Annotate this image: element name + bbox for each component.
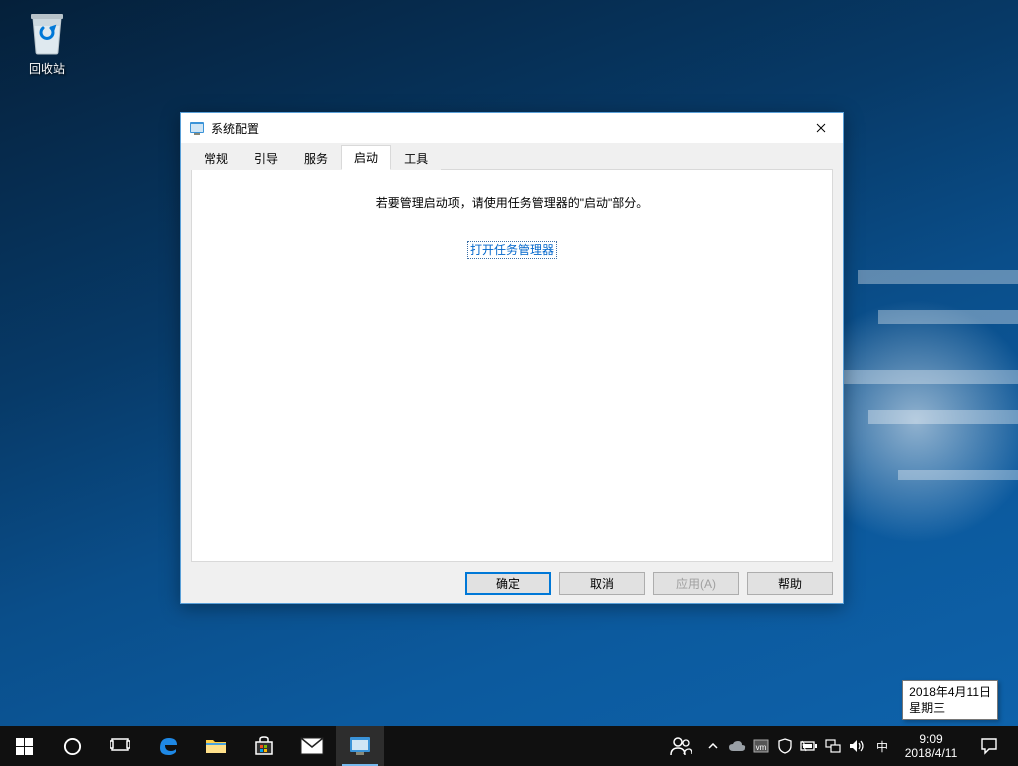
dialog-buttons: 确定 取消 应用(A) 帮助 (191, 562, 833, 595)
task-view-button[interactable] (96, 726, 144, 766)
system-tray: vm (661, 726, 1018, 766)
edge-icon (156, 734, 180, 758)
tab-boot[interactable]: 引导 (241, 146, 291, 170)
cortana-icon (63, 737, 82, 756)
taskbar-clock[interactable]: 9:09 2018/4/11 (895, 732, 967, 761)
security-tray-icon[interactable] (773, 726, 797, 766)
tooltip-date: 2018年4月11日 (909, 684, 991, 700)
battery-icon (800, 740, 818, 752)
store-button[interactable] (240, 726, 288, 766)
startup-tabpanel: 若要管理启动项，请使用任务管理器的"启动"部分。 打开任务管理器 (191, 169, 833, 562)
tabstrip: 常规 引导 服务 启动 工具 (191, 147, 833, 169)
cancel-button[interactable]: 取消 (559, 572, 645, 595)
recycle-bin-glyph (25, 6, 69, 56)
mail-icon (300, 737, 324, 755)
onedrive-tray-icon[interactable] (725, 726, 749, 766)
tab-services[interactable]: 服务 (291, 146, 341, 170)
tab-general[interactable]: 常规 (191, 146, 241, 170)
close-button[interactable] (798, 114, 843, 142)
network-tray-icon[interactable] (821, 726, 845, 766)
vmware-tools-tray-icon[interactable]: vm (749, 726, 773, 766)
titlebar[interactable]: 系统配置 (181, 113, 843, 143)
tab-startup[interactable]: 启动 (341, 145, 391, 170)
people-icon (670, 736, 692, 756)
help-button[interactable]: 帮助 (747, 572, 833, 595)
startup-message: 若要管理启动项，请使用任务管理器的"启动"部分。 (192, 194, 832, 211)
windows-logo-icon (16, 738, 33, 755)
tooltip-weekday: 星期三 (909, 700, 991, 716)
store-icon (253, 735, 275, 757)
task-view-icon (110, 738, 130, 754)
clock-tooltip: 2018年4月11日 星期三 (902, 680, 998, 720)
open-task-manager-link[interactable]: 打开任务管理器 (468, 242, 556, 258)
vm-icon: vm (753, 739, 769, 753)
people-button[interactable] (661, 726, 701, 766)
volume-tray-icon[interactable] (845, 726, 869, 766)
dialog-title: 系统配置 (211, 120, 259, 137)
shield-icon (778, 738, 792, 754)
network-icon (825, 738, 841, 754)
action-center-button[interactable] (967, 737, 1011, 755)
ime-indicator[interactable]: 中 (869, 726, 895, 766)
msconfig-taskbar-icon (348, 735, 372, 757)
desktop[interactable]: 回收站 系统配置 常规 引导 服务 (0, 0, 1018, 766)
file-explorer-button[interactable] (192, 726, 240, 766)
taskbar: vm (0, 726, 1018, 766)
start-button[interactable] (0, 726, 48, 766)
notification-icon (980, 737, 998, 755)
recycle-bin-icon[interactable]: 回收站 (10, 6, 84, 77)
folder-icon (205, 737, 227, 755)
chevron-up-icon (708, 743, 718, 749)
power-tray-icon[interactable] (797, 726, 821, 766)
close-icon (816, 123, 826, 133)
recycle-bin-label: 回收站 (10, 60, 84, 77)
clock-time: 9:09 (895, 732, 967, 746)
msconfig-icon (189, 120, 205, 136)
msconfig-taskbar-button[interactable] (336, 726, 384, 766)
edge-button[interactable] (144, 726, 192, 766)
speaker-icon (849, 739, 865, 753)
cloud-icon (728, 740, 746, 752)
clock-date: 2018/4/11 (895, 746, 967, 760)
apply-button[interactable]: 应用(A) (653, 572, 739, 595)
msconfig-dialog: 系统配置 常规 引导 服务 启动 工具 若要管理启动项，请使用任务管理器的"启动… (180, 112, 844, 604)
mail-button[interactable] (288, 726, 336, 766)
tray-overflow-button[interactable] (701, 726, 725, 766)
svg-text:vm: vm (756, 743, 767, 752)
cortana-button[interactable] (48, 726, 96, 766)
ok-button[interactable]: 确定 (465, 572, 551, 595)
tab-tools[interactable]: 工具 (391, 146, 441, 170)
